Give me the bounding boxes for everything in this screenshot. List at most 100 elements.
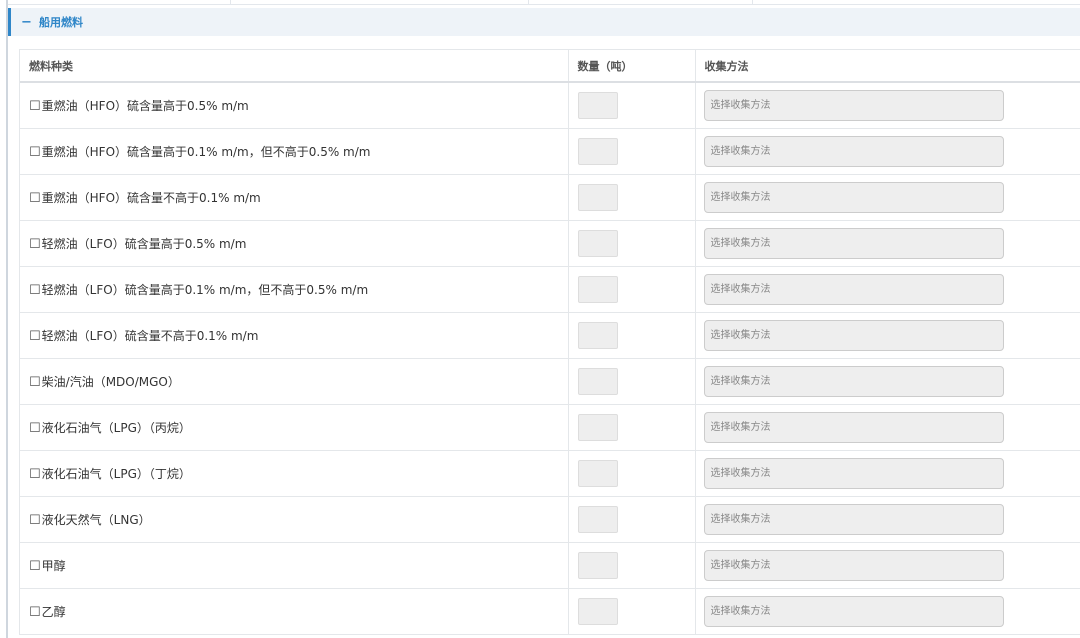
quantity-input[interactable]: [577, 460, 618, 487]
fuel-checkbox[interactable]: ☐: [29, 329, 41, 344]
fuel-type-label: 轻燃油（LFO）硫含量高于0.1% m/m，但不高于0.5% m/m: [41, 283, 369, 297]
fuel-checkbox[interactable]: ☐: [29, 559, 41, 574]
fuel-checkbox[interactable]: ☐: [29, 513, 41, 528]
column-header-method: 收集方法: [695, 50, 1080, 83]
collection-method-select[interactable]: 选择收集方法: [703, 504, 1004, 535]
collection-method-select[interactable]: 选择收集方法: [703, 90, 1004, 121]
page: − 船用燃料 燃料种类 数量（吨） 收集方法 ☐重燃油（HFO）硫含量高于0.5…: [0, 0, 1080, 638]
collapse-minus-icon[interactable]: −: [21, 15, 35, 30]
fuel-type-cell: ☐柴油/汽油（MDO/MGO）: [20, 358, 569, 405]
fuel-type-cell: ☐液化石油气（LPG）（丁烷）: [20, 450, 569, 497]
table-row: ☐液化天然气（LNG） 选择收集方法: [20, 496, 1080, 543]
column-header-quantity: 数量（吨）: [568, 50, 696, 83]
quantity-cell: [568, 266, 696, 313]
column-header-fuel-type: 燃料种类: [20, 50, 569, 83]
quantity-input[interactable]: [577, 276, 618, 303]
quantity-cell: [568, 358, 696, 405]
collection-method-cell: 选择收集方法: [695, 312, 1080, 359]
fuel-checkbox[interactable]: ☐: [29, 191, 41, 206]
quantity-input[interactable]: [577, 92, 618, 119]
quantity-input[interactable]: [577, 184, 618, 211]
collection-method-cell: 选择收集方法: [695, 174, 1080, 221]
collection-method-cell: 选择收集方法: [695, 82, 1080, 129]
left-border: [6, 0, 8, 638]
table-row: ☐液化石油气（LPG）（丙烷） 选择收集方法: [20, 404, 1080, 451]
fuel-type-label: 液化石油气（LPG）（丙烷）: [41, 421, 191, 435]
collection-method-select[interactable]: 选择收集方法: [703, 596, 1004, 627]
quantity-cell: [568, 450, 696, 497]
fuel-type-label: 乙醇: [41, 605, 66, 619]
collection-method-cell: 选择收集方法: [695, 358, 1080, 405]
collection-method-select[interactable]: 选择收集方法: [703, 320, 1004, 351]
fuel-checkbox[interactable]: ☐: [29, 375, 41, 390]
fuel-checkbox[interactable]: ☐: [29, 421, 41, 436]
fuel-type-cell: ☐重燃油（HFO）硫含量高于0.5% m/m: [20, 82, 569, 129]
collection-method-select[interactable]: 选择收集方法: [703, 412, 1004, 443]
table-row: ☐重燃油（HFO）硫含量不高于0.1% m/m 选择收集方法: [20, 174, 1080, 221]
collection-method-select[interactable]: 选择收集方法: [703, 366, 1004, 397]
fuel-type-label: 甲醇: [41, 559, 66, 573]
table-row: ☐乙醇 选择收集方法: [20, 588, 1080, 635]
fuel-checkbox[interactable]: ☐: [29, 605, 41, 620]
section-title: 船用燃料: [39, 16, 83, 29]
fuel-type-label: 柴油/汽油（MDO/MGO）: [41, 375, 180, 389]
top-strip-divider: [528, 0, 529, 4]
fuel-checkbox[interactable]: ☐: [29, 283, 41, 298]
collection-method-select[interactable]: 选择收集方法: [703, 550, 1004, 581]
quantity-input[interactable]: [577, 230, 618, 257]
collection-method-cell: 选择收集方法: [695, 542, 1080, 589]
collection-method-select[interactable]: 选择收集方法: [703, 274, 1004, 305]
quantity-input[interactable]: [577, 414, 618, 441]
fuel-checkbox[interactable]: ☐: [29, 237, 41, 252]
fuel-type-label: 轻燃油（LFO）硫含量不高于0.1% m/m: [41, 329, 259, 343]
quantity-cell: [568, 312, 696, 359]
fuel-type-label: 重燃油（HFO）硫含量高于0.1% m/m，但不高于0.5% m/m: [41, 145, 371, 159]
quantity-input[interactable]: [577, 368, 618, 395]
table-row: ☐重燃油（HFO）硫含量高于0.1% m/m，但不高于0.5% m/m 选择收集方…: [20, 128, 1080, 175]
fuel-type-cell: ☐重燃油（HFO）硫含量不高于0.1% m/m: [20, 174, 569, 221]
fuel-type-cell: ☐轻燃油（LFO）硫含量高于0.5% m/m: [20, 220, 569, 267]
fuel-type-cell: ☐甲醇: [20, 542, 569, 589]
table-row: ☐重燃油（HFO）硫含量高于0.5% m/m 选择收集方法: [20, 82, 1080, 129]
fuel-table-container: 燃料种类 数量（吨） 收集方法 ☐重燃油（HFO）硫含量高于0.5% m/m 选择…: [19, 49, 1080, 635]
collection-method-cell: 选择收集方法: [695, 266, 1080, 313]
collection-method-select[interactable]: 选择收集方法: [703, 228, 1004, 259]
fuel-checkbox[interactable]: ☐: [29, 467, 41, 482]
quantity-cell: [568, 174, 696, 221]
table-row: ☐甲醇 选择收集方法: [20, 542, 1080, 589]
fuel-type-cell: ☐液化石油气（LPG）（丙烷）: [20, 404, 569, 451]
fuel-checkbox[interactable]: ☐: [29, 145, 41, 160]
fuel-type-label: 液化石油气（LPG）（丁烷）: [41, 467, 191, 481]
fuel-type-label: 重燃油（HFO）硫含量不高于0.1% m/m: [41, 191, 261, 205]
fuel-type-cell: ☐乙醇: [20, 588, 569, 635]
fuel-checkbox[interactable]: ☐: [29, 99, 41, 114]
quantity-cell: [568, 128, 696, 175]
collection-method-cell: 选择收集方法: [695, 588, 1080, 635]
quantity-cell: [568, 404, 696, 451]
collection-method-cell: 选择收集方法: [695, 220, 1080, 267]
collection-method-select[interactable]: 选择收集方法: [703, 136, 1004, 167]
collection-method-select[interactable]: 选择收集方法: [703, 182, 1004, 213]
top-strip-divider: [230, 0, 231, 4]
quantity-input[interactable]: [577, 598, 618, 625]
section-header-marine-fuel[interactable]: − 船用燃料: [8, 8, 1080, 36]
table-row: ☐液化石油气（LPG）（丁烷） 选择收集方法: [20, 450, 1080, 497]
quantity-cell: [568, 496, 696, 543]
quantity-cell: [568, 588, 696, 635]
quantity-input[interactable]: [577, 552, 618, 579]
fuel-table: 燃料种类 数量（吨） 收集方法 ☐重燃油（HFO）硫含量高于0.5% m/m 选择…: [20, 50, 1080, 635]
quantity-input[interactable]: [577, 506, 618, 533]
table-row: ☐轻燃油（LFO）硫含量高于0.5% m/m 选择收集方法: [20, 220, 1080, 267]
collection-method-select[interactable]: 选择收集方法: [703, 458, 1004, 489]
fuel-type-label: 液化天然气（LNG）: [41, 513, 151, 527]
table-header-row: 燃料种类 数量（吨） 收集方法: [20, 50, 1080, 83]
quantity-input[interactable]: [577, 138, 618, 165]
fuel-type-cell: ☐轻燃油（LFO）硫含量不高于0.1% m/m: [20, 312, 569, 359]
collection-method-cell: 选择收集方法: [695, 450, 1080, 497]
table-row: ☐轻燃油（LFO）硫含量高于0.1% m/m，但不高于0.5% m/m 选择收集方…: [20, 266, 1080, 313]
quantity-input[interactable]: [577, 322, 618, 349]
fuel-type-cell: ☐液化天然气（LNG）: [20, 496, 569, 543]
fuel-type-label: 重燃油（HFO）硫含量高于0.5% m/m: [41, 99, 249, 113]
collection-method-cell: 选择收集方法: [695, 496, 1080, 543]
fuel-type-label: 轻燃油（LFO）硫含量高于0.5% m/m: [41, 237, 247, 251]
